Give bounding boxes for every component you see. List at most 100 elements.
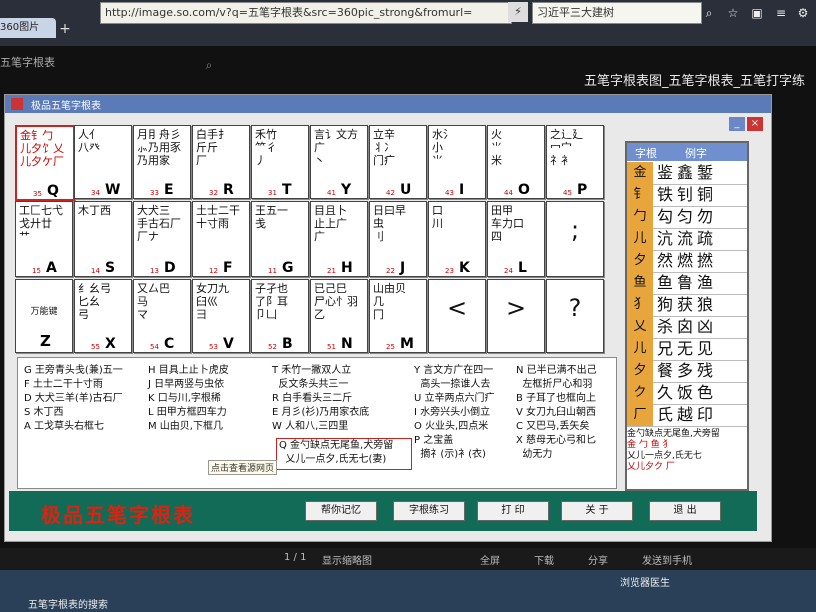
key-symbol[interactable]: < — [428, 279, 486, 353]
bookmark-icon[interactable]: ▣ — [748, 4, 766, 22]
thumbnail-toggle[interactable]: 显示缩略图 — [322, 552, 372, 567]
close-button[interactable]: × — [747, 117, 763, 131]
memory-help-button[interactable]: 帮你记忆 — [305, 501, 377, 521]
key-letter: E — [164, 182, 174, 198]
key-v[interactable]: 女刀九 臼巛 彐 53 V — [192, 279, 250, 353]
mnemonic-line: P 之宝盖 — [414, 435, 454, 446]
key-symbol[interactable]: ; — [546, 201, 604, 277]
download-button[interactable]: 下载 — [534, 552, 554, 567]
key-roots: 木丁西 — [78, 204, 111, 217]
key-w[interactable]: 人亻 八癶 34 W — [74, 125, 132, 199]
new-tab-button[interactable]: + — [56, 20, 74, 38]
key-roots: 工匚七弋 戈廾廿 艹 — [19, 204, 63, 243]
mnemonic-line: Q 金勺缺点无尾鱼,犬旁留 — [279, 440, 394, 451]
key-e[interactable]: 月⺝舟彡 ⺗乃用豕 乃用家 33 E — [133, 125, 191, 199]
key-roots: 女刀九 臼巛 彐 — [196, 282, 229, 321]
key-letter: T — [282, 182, 292, 198]
window-titlebar: 极品五笔字根表 — [5, 95, 771, 113]
star-icon[interactable]: ☆ — [724, 4, 742, 22]
fullscreen-button[interactable]: 全屏 — [480, 552, 500, 567]
search-icon[interactable]: ⌕ — [200, 56, 218, 74]
key-b[interactable]: 子孑也 了阝耳 卩凵 52 B — [251, 279, 309, 353]
table-row: 金鉴鑫錾 — [627, 162, 747, 185]
root-cell: ク — [627, 382, 653, 404]
key-code: 53 — [209, 343, 218, 351]
key-letter: H — [341, 260, 353, 276]
key-symbol[interactable]: ? — [546, 279, 604, 353]
mnemonic-line: I 水旁兴头小倒立 — [414, 407, 491, 418]
tools-icon[interactable]: ⚙ — [794, 4, 812, 22]
table-row: 夕然燃撚 — [627, 250, 747, 273]
mnemonic-col-4: Y 言文方广在四一 高头一捺谁人去 U 立辛两点六门疒 I 水旁兴头小倒立 O 火业头… — [414, 364, 495, 462]
key-code: 33 — [150, 189, 159, 197]
search-input[interactable]: 习近平三大建树 — [532, 2, 702, 24]
key-code: 31 — [268, 189, 277, 197]
root-cell: 乂 — [627, 316, 653, 338]
mnemonic-line: A 工戈草头右框七 — [24, 421, 105, 432]
mnemonic-line: X 慈母无心弓和匕 — [516, 435, 597, 446]
send-to-phone-button[interactable]: 发送到手机 — [642, 552, 692, 567]
key-o[interactable]: 火 ⺌ 米 44 O — [487, 125, 545, 199]
about-button[interactable]: 关 于 — [561, 501, 633, 521]
key-i[interactable]: 水氵 小 ⺌ 43 I — [428, 125, 486, 199]
key-s[interactable]: 木丁西 14 S — [74, 201, 132, 277]
browser-tab[interactable]: 360图片 — [0, 18, 56, 38]
mnemonic-q-box: Q 金勺缺点无尾鱼,犬旁留 乂儿一点夕,氏无七(妻) — [276, 438, 412, 470]
key-n[interactable]: 已己巳 尸心忄羽 乙 51 N — [310, 279, 368, 353]
key-roots: 山由贝 几 冂 — [373, 282, 406, 321]
key-roots: 田甲 车力口 四 — [491, 204, 524, 243]
share-button[interactable]: 分享 — [588, 552, 608, 567]
print-button[interactable]: 打 印 — [477, 501, 549, 521]
key-f[interactable]: 土士二干 十寸雨 12 F — [192, 201, 250, 277]
key-roots: 纟幺弓 匕幺 弓 — [78, 282, 111, 321]
exit-button[interactable]: 退 出 — [649, 501, 721, 521]
key-c[interactable]: 又厶巴 马 マ 54 C — [133, 279, 191, 353]
key-roots: 子孑也 了阝耳 卩凵 — [255, 282, 288, 321]
taskbar-status-item[interactable]: 浏览器医生 — [620, 574, 670, 590]
address-bar[interactable]: http://image.so.com/v?q=五笔字根表&src=360pic… — [100, 2, 512, 24]
key-l[interactable]: 田甲 车力口 四 24 L — [487, 201, 545, 277]
lightning-icon[interactable]: ⚡ — [508, 2, 528, 22]
root-cell: 夕 — [627, 360, 653, 382]
page-heading: 五笔字根表图_五笔字根表_五笔打字练 — [584, 74, 806, 89]
search-icon[interactable]: ⌕ — [700, 4, 718, 22]
keyboard-layout: 金钅勹 儿夕饣乂 儿夕ケ厂 35 Q 人亻 八癶 34 W 月⺝舟彡 ⺗乃用豕 乃用家 33 E… — [15, 125, 615, 353]
key-r[interactable]: 白手扌 斤斤 厂 32 R — [192, 125, 250, 199]
key-u[interactable]: 立辛 丬冫 门疒 42 U — [369, 125, 427, 199]
taskbar-item[interactable]: 五笔字根表的搜索 — [28, 596, 108, 612]
key-p[interactable]: 之辶廴 冖宀 礻衤 45 P — [546, 125, 604, 199]
key-y[interactable]: 言讠文方 广 丶 41 Y — [310, 125, 368, 199]
key-j[interactable]: 日曰早 虫 刂 22 J — [369, 201, 427, 277]
mnemonic-line: J 日早两竖与虫依 — [148, 379, 225, 390]
key-letter: S — [105, 260, 116, 276]
key-symbol[interactable]: > — [487, 279, 545, 353]
mnemonic-line: 摘礻(示)衤(衣) — [414, 449, 486, 460]
root-cell: 犭 — [627, 294, 653, 316]
key-code: 43 — [445, 189, 454, 197]
key-letter: A — [46, 260, 57, 276]
key-z[interactable]: 万能键 Z — [15, 279, 73, 353]
key-roots: 已己巳 尸心忄羽 乙 — [314, 282, 358, 321]
table-row: 勹勾匀勿 — [627, 206, 747, 229]
menu-icon[interactable]: ≡ — [772, 4, 790, 22]
key-roots: 大犬三 手古石厂 厂ナ — [137, 204, 181, 243]
key-q[interactable]: 金钅勹 儿夕饣乂 儿夕ケ厂 35 Q — [15, 125, 75, 201]
key-m[interactable]: 山由贝 几 冂 25 M — [369, 279, 427, 353]
key-k[interactable]: 口 川 23 K — [428, 201, 486, 277]
page-tab-label: 五笔字根表 — [0, 56, 55, 69]
key-g[interactable]: 王五一 戋 11 G — [251, 201, 309, 277]
table-row: 儿沆流疏 — [627, 228, 747, 251]
key-code: 41 — [327, 189, 336, 197]
practice-button[interactable]: 字根练习 — [393, 501, 465, 521]
example-cell: 勾匀勿 — [657, 207, 718, 226]
key-a[interactable]: 工匚七弋 戈廾廿 艹 15 A — [15, 201, 73, 277]
key-h[interactable]: 目且卜 止上广 广 21 H — [310, 201, 368, 277]
minimize-button[interactable]: _ — [729, 117, 745, 131]
mnemonic-col-1: G 王旁青头戋(兼)五一 F 土士二干十寸雨 D 大犬三羊(羊)古石厂 S 木丁西 A … — [24, 364, 123, 434]
key-t[interactable]: 禾竹 ⺮彳 丿 31 T — [251, 125, 309, 199]
key-d[interactable]: 大犬三 手古石厂 厂ナ 13 D — [133, 201, 191, 277]
key-x[interactable]: 纟幺弓 匕幺 弓 55 X — [74, 279, 132, 353]
root-cell: 儿 — [627, 228, 653, 250]
key-symbol: ? — [568, 294, 582, 322]
key-letter: V — [223, 336, 234, 352]
